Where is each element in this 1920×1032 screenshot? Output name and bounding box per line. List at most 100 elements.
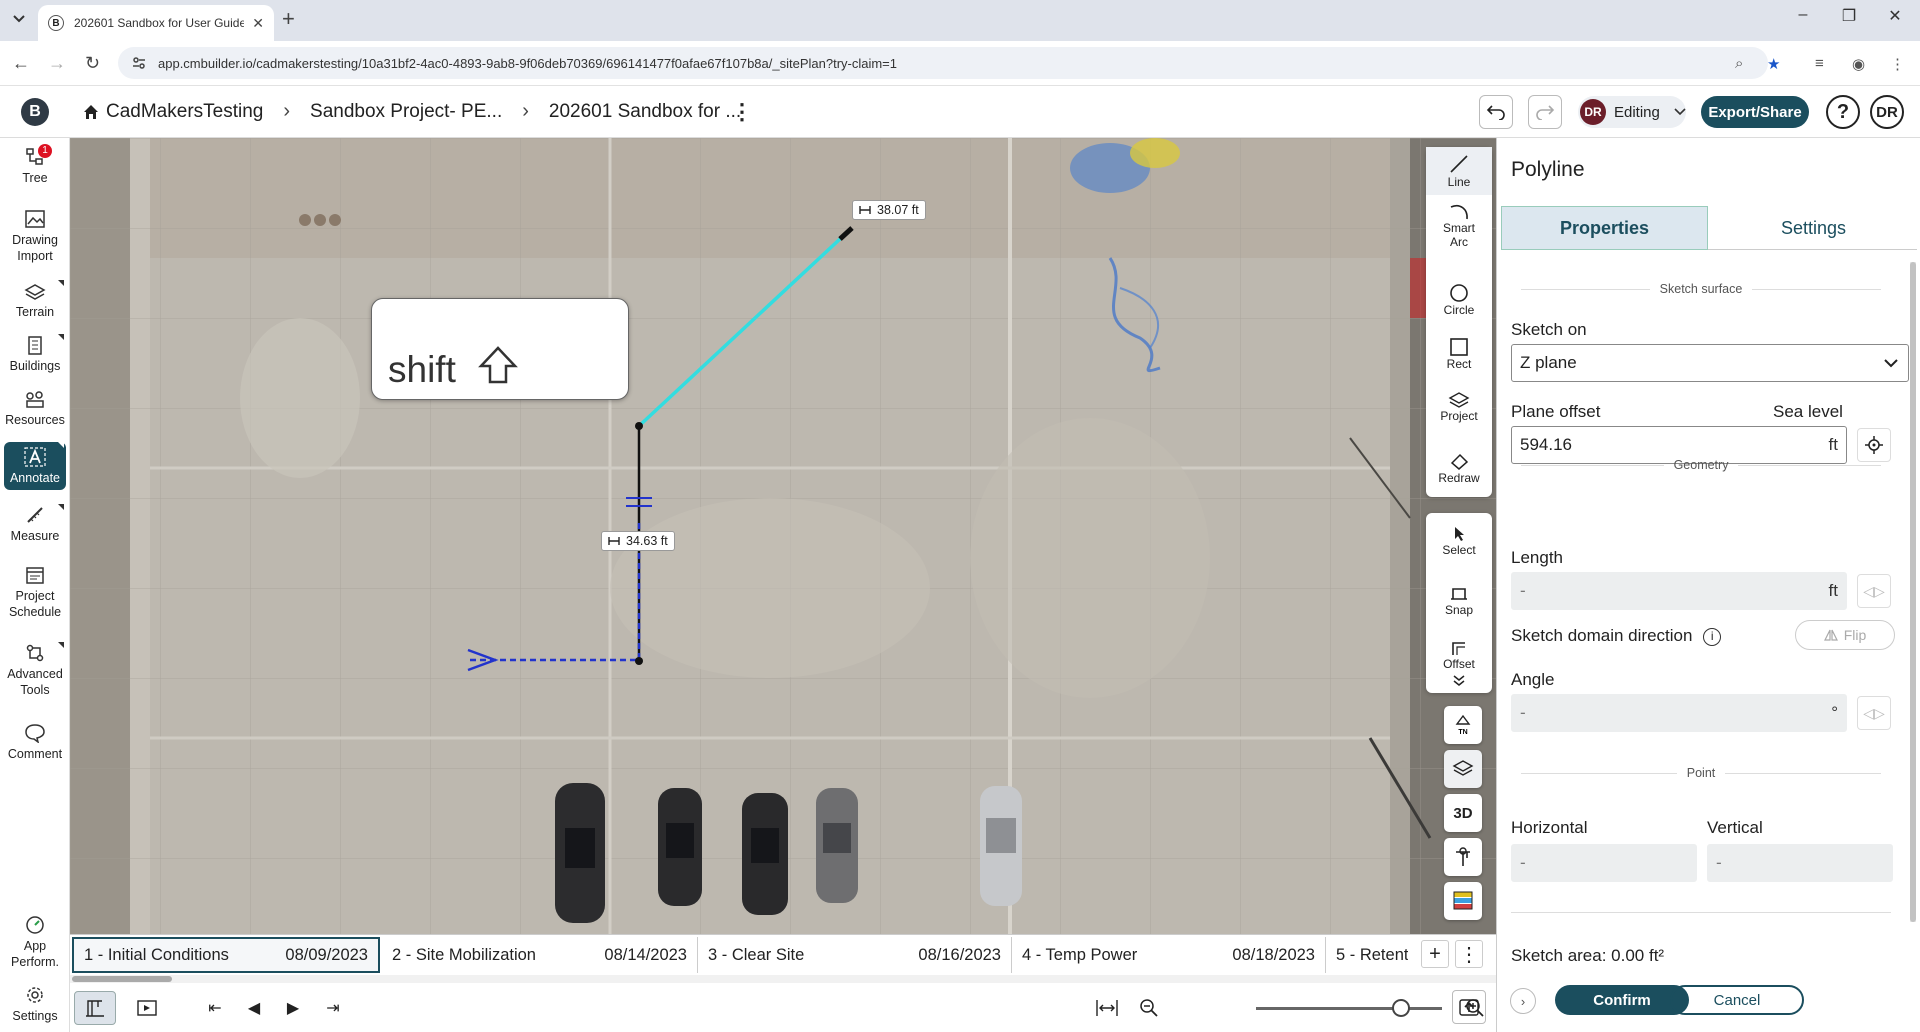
tab-settings[interactable]: Settings xyxy=(1710,206,1917,250)
tool-redraw[interactable]: Redraw xyxy=(1426,451,1492,485)
more-options-icon[interactable]: ⋮ xyxy=(726,96,758,128)
sidebar-item-annotate[interactable]: Annotate xyxy=(4,442,66,490)
tab-search-chevron-icon[interactable] xyxy=(8,8,30,30)
view-3d-button[interactable]: 3D xyxy=(1444,794,1482,832)
sidebar-item-resources[interactable]: Resources xyxy=(4,388,66,428)
new-tab-button[interactable]: + xyxy=(282,8,295,30)
angle-input[interactable]: - ° xyxy=(1511,694,1847,732)
sidebar-item-terrain[interactable]: Terrain xyxy=(4,280,66,320)
tool-select[interactable]: Select xyxy=(1426,525,1492,557)
tool-circle[interactable]: Circle xyxy=(1426,283,1492,317)
step-back-icon[interactable]: ◀ xyxy=(237,991,271,1025)
scrollbar-thumb[interactable] xyxy=(1910,262,1916,922)
sidebar-item-settings[interactable]: Settings xyxy=(4,984,66,1024)
tool-snap[interactable]: Snap xyxy=(1426,585,1492,617)
cancel-button[interactable]: Cancel xyxy=(1670,985,1804,1015)
tool-rect[interactable]: Rect xyxy=(1426,337,1492,371)
info-icon[interactable]: i xyxy=(1703,627,1722,646)
breadcrumb-project[interactable]: Sandbox Project- PE... xyxy=(310,101,502,123)
breadcrumb-model[interactable]: 202601 Sandbox for ... xyxy=(549,101,741,123)
phase-item[interactable]: 1 - Initial Conditions 08/09/2023 xyxy=(72,937,380,973)
sidebar-item-advanced-tools[interactable]: Advanced Tools xyxy=(4,642,66,698)
layers-button[interactable] xyxy=(1444,750,1482,788)
site-plan-canvas[interactable]: shift 38.07 ft 34.63 ft xyxy=(70,138,1496,934)
browser-tab[interactable]: B 202601 Sandbox for User Guide ✕ xyxy=(38,5,274,41)
tool-smart-arc[interactable]: Smart Arc xyxy=(1426,203,1492,249)
chevron-down-icon xyxy=(1884,358,1898,367)
media-icon[interactable]: ≡ xyxy=(1815,55,1824,72)
home-icon[interactable] xyxy=(82,103,100,121)
reload-icon[interactable]: ↻ xyxy=(85,53,100,74)
zoom-slider-knob[interactable] xyxy=(1392,999,1410,1017)
export-share-button[interactable]: Export/Share xyxy=(1701,96,1809,128)
timeline-more-button[interactable]: ⋮ xyxy=(1455,940,1483,968)
true-north-button[interactable]: TN xyxy=(1444,706,1482,744)
crane-icon xyxy=(1456,847,1470,866)
bookmark-star-icon[interactable]: ★ xyxy=(1767,55,1780,73)
pick-point-button[interactable] xyxy=(1857,428,1891,462)
breadcrumb-org[interactable]: CadMakersTesting xyxy=(106,101,263,123)
phase-item[interactable]: 5 - Retent xyxy=(1326,937,1408,973)
editing-mode-dropdown[interactable]: DR Editing xyxy=(1578,96,1686,128)
url-input[interactable]: app.cmbuilder.io/cadmakerstesting/10a31b… xyxy=(118,47,1768,79)
sidebar-item-buildings[interactable]: Buildings xyxy=(4,334,66,374)
profile-icon[interactable]: ◉ xyxy=(1852,55,1865,73)
back-icon[interactable]: ← xyxy=(12,53,30,74)
site-view-button[interactable] xyxy=(74,991,116,1025)
timeline-scrollbar[interactable] xyxy=(70,975,1496,983)
phase-item[interactable]: 4 - Temp Power 08/18/2023 xyxy=(1012,937,1326,973)
close-window-button[interactable]: ✕ xyxy=(1872,6,1918,26)
skip-to-end-icon[interactable]: ⇥ xyxy=(316,991,350,1025)
sidebar-item-comment[interactable]: Comment xyxy=(4,722,66,762)
add-phase-button[interactable]: + xyxy=(1421,940,1449,968)
expand-panel-icon[interactable]: › xyxy=(1510,988,1536,1014)
play-icon[interactable]: ▶ xyxy=(276,991,310,1025)
chevron-down-icon[interactable] xyxy=(1452,673,1466,687)
minimize-button[interactable]: – xyxy=(1780,6,1826,24)
app-logo[interactable]: B xyxy=(21,98,49,126)
angle-step-button[interactable]: ◁▷ xyxy=(1857,696,1891,730)
flip-button[interactable]: Flip xyxy=(1795,620,1895,650)
tool-offset[interactable]: Offset xyxy=(1426,639,1492,671)
skip-to-start-icon[interactable]: ⇤ xyxy=(198,991,232,1025)
sidebar-item-drawing-import[interactable]: Drawing Import xyxy=(4,208,66,264)
sun-study-button[interactable] xyxy=(1444,838,1482,876)
confirm-button[interactable]: Confirm xyxy=(1555,985,1689,1015)
chrome-menu-icon[interactable]: ⋮ xyxy=(1890,55,1905,73)
restore-button[interactable]: ❐ xyxy=(1826,6,1872,26)
vertical-input[interactable]: - xyxy=(1707,844,1893,882)
phase-item[interactable]: 2 - Site Mobilization 08/14/2023 xyxy=(382,937,698,973)
fit-width-icon[interactable] xyxy=(1090,991,1124,1025)
undo-button[interactable] xyxy=(1479,95,1513,129)
horizontal-input[interactable]: - xyxy=(1511,844,1697,882)
scrollbar-thumb[interactable] xyxy=(72,976,172,982)
tool-project[interactable]: Project xyxy=(1426,391,1492,423)
zoom-icon[interactable]: ⌕ xyxy=(1735,55,1743,72)
length-input[interactable]: - ft xyxy=(1511,572,1847,610)
vertex-point[interactable] xyxy=(635,422,643,430)
sidebar-item-app-performance[interactable]: App Perform. xyxy=(4,914,66,970)
zoom-out-icon[interactable] xyxy=(1132,991,1166,1025)
vertex-point[interactable] xyxy=(635,657,643,665)
sidebar-item-measure[interactable]: Measure xyxy=(4,504,66,544)
color-legend-button[interactable] xyxy=(1444,882,1482,920)
zoom-slider[interactable] xyxy=(1256,999,1442,1017)
tool-label: Snap xyxy=(1444,603,1474,617)
tab-properties[interactable]: Properties xyxy=(1501,206,1708,250)
phase-item[interactable]: 3 - Clear Site 08/16/2023 xyxy=(698,937,1012,973)
upload-button[interactable] xyxy=(1452,990,1486,1024)
help-icon[interactable]: ? xyxy=(1826,95,1860,129)
tool-line[interactable]: Line xyxy=(1426,147,1492,195)
cursor-icon xyxy=(1455,527,1464,541)
sketch-on-select[interactable]: Z plane xyxy=(1511,344,1909,382)
panel-scrollbar[interactable] xyxy=(1910,262,1916,922)
user-avatar[interactable]: DR xyxy=(1870,95,1904,129)
length-step-button[interactable]: ◁▷ xyxy=(1857,574,1891,608)
sidebar-item-project-schedule[interactable]: Project Schedule xyxy=(4,564,66,620)
close-tab-icon[interactable]: ✕ xyxy=(252,15,264,32)
redo-button[interactable] xyxy=(1528,95,1562,129)
presentation-button[interactable] xyxy=(130,991,164,1025)
sidebar-item-tree[interactable]: 1 Tree xyxy=(4,144,66,186)
forward-icon[interactable]: → xyxy=(48,53,66,74)
site-info-icon[interactable] xyxy=(132,56,146,70)
